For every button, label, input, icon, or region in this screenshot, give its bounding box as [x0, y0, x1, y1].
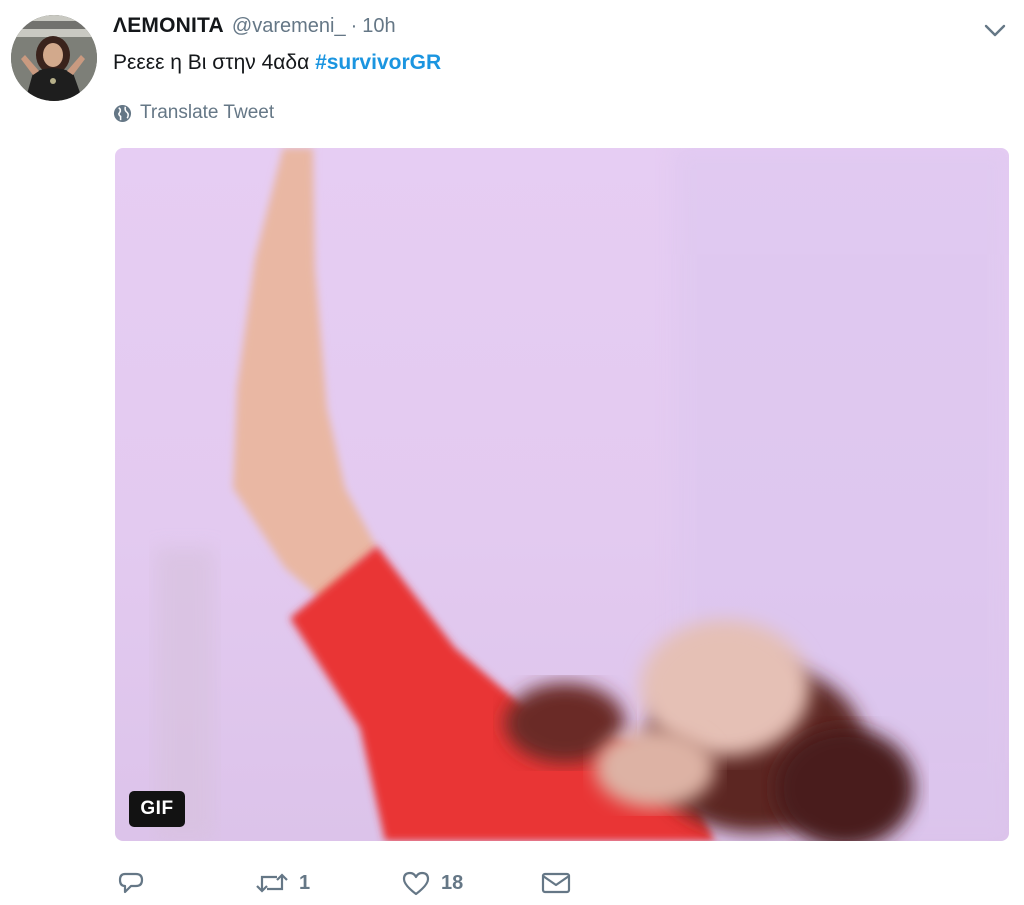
like-count: 18	[441, 871, 464, 894]
reply-icon	[118, 872, 144, 894]
avatar[interactable]	[11, 15, 97, 101]
heart-icon	[402, 871, 430, 896]
retweet-icon	[256, 873, 288, 893]
animated-gif-icon	[155, 148, 1009, 841]
gif-media[interactable]: GIF	[115, 148, 1009, 841]
tweet-header: ΛΕΜΟΝΙΤΑ @varemeni_ · 10h	[113, 14, 396, 44]
tweet-actions: 1 18	[113, 866, 593, 900]
retweet-button[interactable]: 1	[255, 866, 310, 900]
translate-tweet-label: Translate Tweet	[140, 102, 275, 123]
profile-photo-icon	[11, 15, 97, 101]
author-display-name[interactable]: ΛΕΜΟΝΙΤΑ	[113, 14, 224, 38]
reply-button[interactable]	[117, 866, 145, 900]
tweet: ΛΕΜΟΝΙΤΑ @varemeni_ · 10h Ρεεεε η Βι στη…	[0, 0, 1024, 905]
gif-badge: GIF	[129, 791, 185, 827]
like-button[interactable]: 18	[401, 866, 463, 900]
envelope-icon	[541, 872, 571, 894]
tweet-timestamp[interactable]: 10h	[362, 15, 395, 38]
header-separator: ·	[350, 15, 358, 37]
more-options-chevron-down-icon[interactable]	[983, 22, 1007, 40]
tweet-text: Ρεεεε η Βι στην 4αδα #survivorGR	[113, 51, 441, 75]
direct-message-button[interactable]	[541, 866, 571, 900]
hashtag-link[interactable]: #survivorGR	[315, 51, 441, 74]
translate-tweet-link[interactable]: Translate Tweet	[113, 101, 274, 125]
author-handle[interactable]: @varemeni_	[232, 15, 346, 38]
retweet-count: 1	[299, 871, 311, 894]
tweet-text-body: Ρεεεε η Βι στην 4αδα	[113, 51, 316, 74]
globe-icon	[113, 104, 132, 122]
